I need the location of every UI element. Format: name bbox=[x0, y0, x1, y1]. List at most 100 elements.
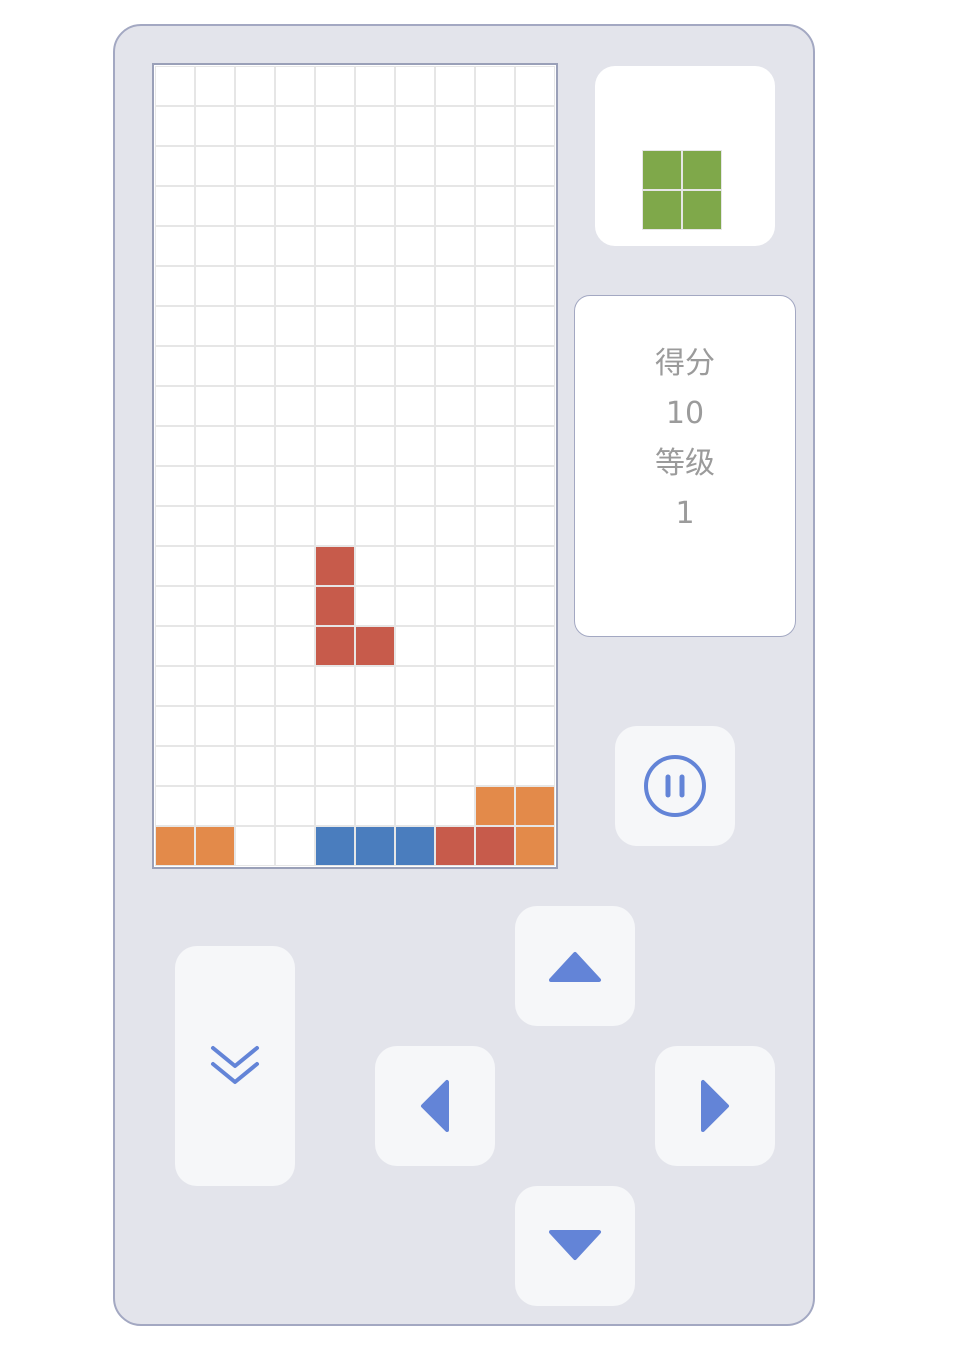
score-label: 得分 bbox=[655, 346, 715, 381]
filled-block bbox=[315, 826, 355, 866]
board-cell bbox=[355, 66, 395, 106]
board-cell bbox=[195, 586, 235, 626]
board-cell bbox=[475, 146, 515, 186]
board-cell bbox=[395, 506, 435, 546]
board-cell bbox=[475, 746, 515, 786]
board-cell bbox=[515, 666, 555, 706]
board-cell bbox=[435, 386, 475, 426]
board-cell bbox=[515, 186, 555, 226]
board-cell bbox=[155, 786, 195, 826]
move-right-button[interactable] bbox=[655, 1046, 775, 1166]
board-cell bbox=[435, 506, 475, 546]
board-cell bbox=[235, 666, 275, 706]
board-cell bbox=[275, 186, 315, 226]
board-cell bbox=[435, 746, 475, 786]
board-cell bbox=[275, 586, 315, 626]
filled-block bbox=[315, 626, 355, 666]
filled-block bbox=[515, 786, 555, 826]
board-cell bbox=[435, 546, 475, 586]
board-cell bbox=[395, 666, 435, 706]
board-cell bbox=[515, 626, 555, 666]
board-cell bbox=[355, 746, 395, 786]
board-cell bbox=[235, 506, 275, 546]
board-cell bbox=[315, 386, 355, 426]
board-cell bbox=[355, 266, 395, 306]
board-cell bbox=[395, 746, 435, 786]
level-label: 等级 bbox=[655, 446, 715, 481]
board-cell bbox=[195, 146, 235, 186]
move-left-button[interactable] bbox=[375, 1046, 495, 1166]
pause-icon bbox=[644, 755, 706, 817]
soft-drop-button[interactable] bbox=[515, 1186, 635, 1306]
board-cell bbox=[515, 66, 555, 106]
board-cell bbox=[155, 226, 195, 266]
board-cell bbox=[395, 586, 435, 626]
board-cell bbox=[155, 746, 195, 786]
board-cell bbox=[435, 426, 475, 466]
board-cell bbox=[515, 546, 555, 586]
board-cell bbox=[315, 266, 355, 306]
filled-block bbox=[355, 626, 395, 666]
board-cell bbox=[315, 666, 355, 706]
board-cell bbox=[475, 546, 515, 586]
board-cell bbox=[235, 146, 275, 186]
filled-block bbox=[515, 826, 555, 866]
board-cell bbox=[395, 466, 435, 506]
board-cell bbox=[155, 306, 195, 346]
board-cell bbox=[195, 306, 235, 346]
board-cell bbox=[195, 386, 235, 426]
board-cell bbox=[315, 786, 355, 826]
board-cell bbox=[315, 146, 355, 186]
board-cell bbox=[475, 346, 515, 386]
board-cell bbox=[355, 586, 395, 626]
game-board bbox=[152, 63, 558, 869]
board-cell bbox=[235, 106, 275, 146]
board-cell bbox=[355, 146, 395, 186]
board-cell bbox=[315, 106, 355, 146]
board-cell bbox=[475, 266, 515, 306]
board-cell bbox=[155, 506, 195, 546]
board-cell bbox=[355, 306, 395, 346]
board-cell bbox=[475, 586, 515, 626]
board-cell bbox=[515, 306, 555, 346]
board-cell bbox=[355, 106, 395, 146]
board-cell bbox=[235, 386, 275, 426]
board-cell bbox=[235, 786, 275, 826]
board-cell bbox=[195, 66, 235, 106]
board-cell bbox=[475, 426, 515, 466]
board-cell bbox=[355, 546, 395, 586]
filled-block bbox=[475, 826, 515, 866]
board-cell bbox=[315, 706, 355, 746]
board-cell bbox=[475, 306, 515, 346]
board-cell bbox=[475, 106, 515, 146]
board-cell bbox=[515, 106, 555, 146]
board-cell bbox=[155, 706, 195, 746]
pause-button[interactable] bbox=[615, 726, 735, 846]
board-cell bbox=[195, 266, 235, 306]
board-cell bbox=[315, 426, 355, 466]
board-cell bbox=[395, 146, 435, 186]
board-cell bbox=[395, 306, 435, 346]
next-piece-block bbox=[682, 150, 722, 190]
filled-block bbox=[355, 826, 395, 866]
board-cell bbox=[155, 666, 195, 706]
hard-drop-button[interactable] bbox=[175, 946, 295, 1186]
board-cell bbox=[195, 626, 235, 666]
board-cell bbox=[475, 66, 515, 106]
board-cell bbox=[435, 666, 475, 706]
board-cell bbox=[515, 746, 555, 786]
board-cell bbox=[395, 106, 435, 146]
triangle-right-icon bbox=[701, 1080, 729, 1132]
board-cell bbox=[395, 386, 435, 426]
board-cell bbox=[515, 226, 555, 266]
board-cell bbox=[195, 346, 235, 386]
board-cell bbox=[435, 226, 475, 266]
next-piece-block bbox=[682, 190, 722, 230]
rotate-button[interactable] bbox=[515, 906, 635, 1026]
board-cell bbox=[355, 706, 395, 746]
board-cell bbox=[475, 386, 515, 426]
filled-block bbox=[315, 546, 355, 586]
board-cell bbox=[155, 586, 195, 626]
board-cell bbox=[275, 146, 315, 186]
board-cell bbox=[275, 506, 315, 546]
